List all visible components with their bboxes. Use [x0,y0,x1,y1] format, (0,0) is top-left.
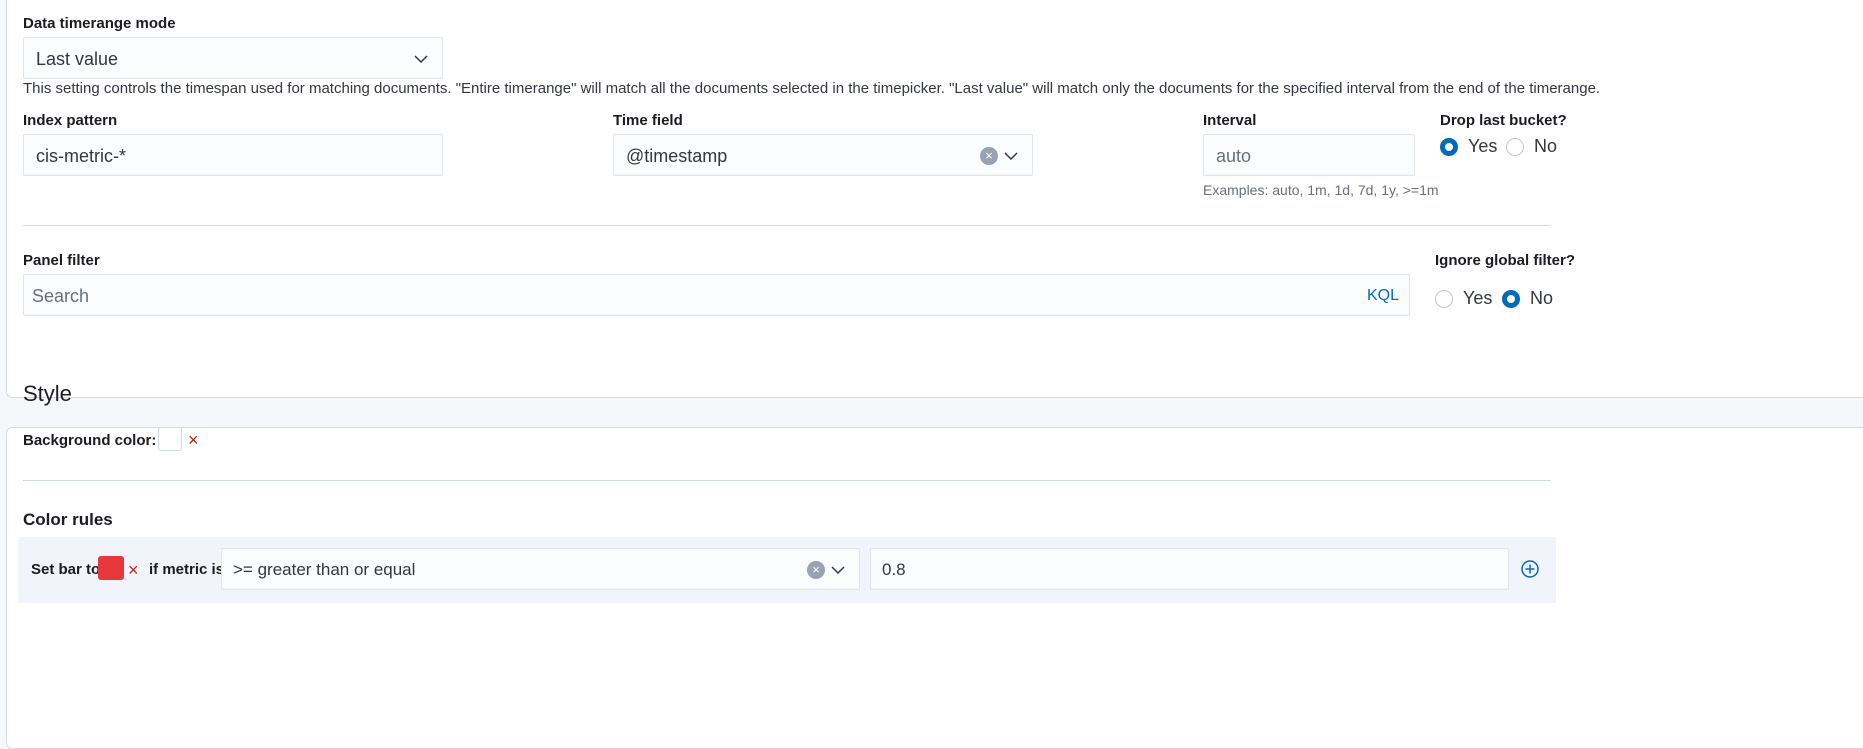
add-rule-icon[interactable] [1520,559,1540,579]
drop-last-bucket-yes-label: Yes [1468,136,1498,156]
interval-placeholder: auto [1216,146,1252,166]
threshold-value-input[interactable]: 0.8 [870,548,1509,590]
timerange-label: Data timerange mode [23,15,176,32]
timerange-value: Last value [36,49,119,69]
time-field-value: @timestamp [626,146,728,166]
clear-background-color-icon[interactable]: × [188,430,199,451]
radio-unselected-icon [1506,137,1524,156]
background-color-swatch[interactable] [158,427,182,451]
clear-icon[interactable]: × [980,147,998,165]
ignore-global-filter-label: Ignore global filter? [1435,252,1576,269]
operator-select[interactable]: >= greater than or equal × [221,548,860,590]
divider [23,480,1551,481]
panel-filter-placeholder: Search [32,286,90,306]
index-pattern-input[interactable]: cis-metric-* [23,134,443,176]
drop-last-bucket-label: Drop last bucket? [1440,112,1567,129]
divider [23,225,1551,226]
chevron-down-icon [414,55,428,64]
ignore-global-filter-no-label: No [1530,288,1554,308]
drop-last-bucket-no-radio[interactable]: No [1506,136,1557,157]
interval-label: Interval [1203,112,1257,129]
drop-last-bucket-no-label: No [1534,136,1558,156]
kql-language-button[interactable]: KQL [1367,287,1399,305]
ignore-global-filter-yes-label: Yes [1463,288,1493,308]
radio-unselected-icon [1435,289,1453,308]
drop-last-bucket-yes-radio[interactable]: Yes [1440,136,1497,157]
index-pattern-label: Index pattern [23,112,118,129]
background-color-label: Background color: [23,432,157,449]
if-metric-is-label: if metric is [149,561,225,578]
operator-value: >= greater than or equal [233,560,416,579]
set-bar-to-label: Set bar to [31,561,101,578]
time-field-select[interactable]: @timestamp × [613,134,1033,176]
panel-filter-label: Panel filter [23,252,100,269]
threshold-value: 0.8 [882,560,906,579]
bar-color-swatch[interactable] [98,556,124,580]
style-title: Style [23,381,72,406]
time-field-label: Time field [613,112,683,129]
timerange-description: This setting controls the timespan used … [23,80,1601,97]
clear-icon[interactable]: × [807,561,825,579]
index-pattern-value: cis-metric-* [36,146,126,166]
panel-filter-input[interactable]: Search KQL [23,274,1410,316]
radio-selected-icon [1440,137,1458,156]
color-rules-title: Color rules [23,510,113,529]
ignore-global-filter-yes-radio[interactable]: Yes [1435,288,1492,309]
interval-input[interactable]: auto [1203,134,1415,176]
chevron-down-icon[interactable] [1003,148,1019,164]
clear-bar-color-icon[interactable]: × [128,560,139,581]
interval-help: Examples: auto, 1m, 1d, 7d, 1y, >=1m [1203,182,1439,198]
timerange-select[interactable]: Last value [23,37,443,79]
radio-selected-icon [1502,289,1520,308]
ignore-global-filter-no-radio[interactable]: No [1502,288,1553,309]
chevron-down-icon[interactable] [830,562,846,578]
